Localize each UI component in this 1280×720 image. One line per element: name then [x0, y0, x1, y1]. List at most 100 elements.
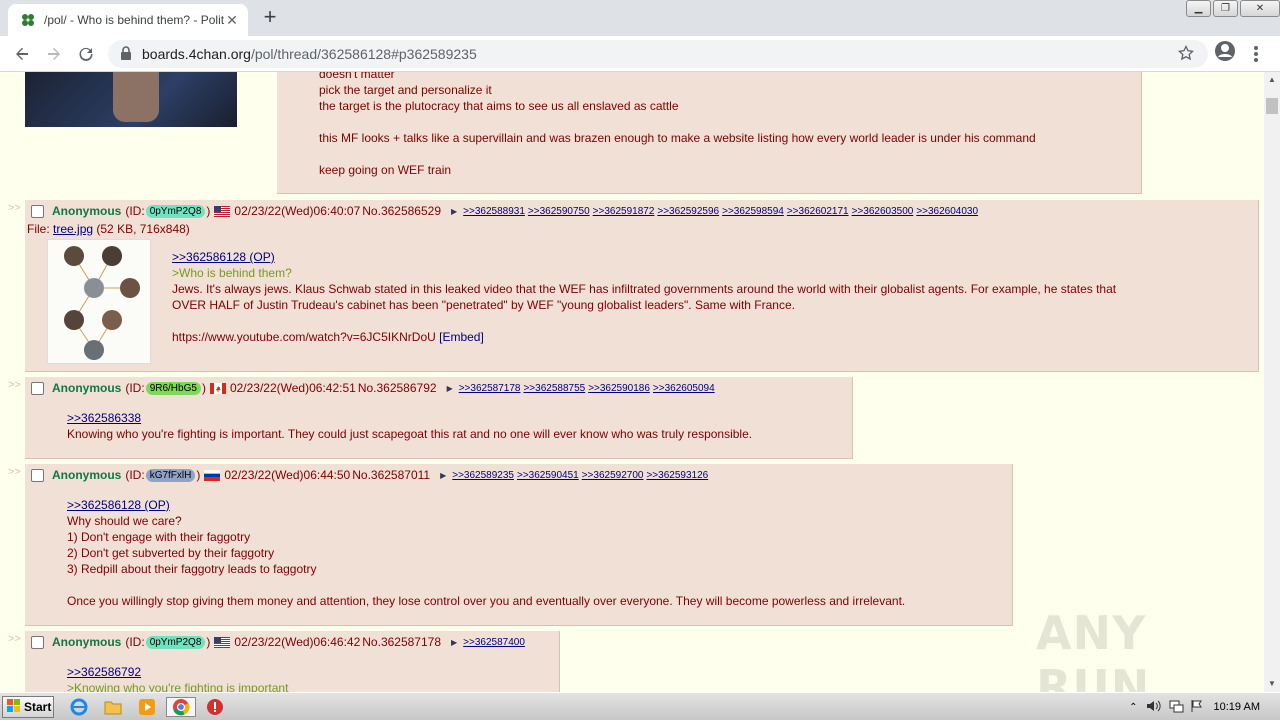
url-host: boards.4chan.org	[142, 46, 251, 62]
backlinks: >>362589235 >>362590451 >>362592700 >>36259…	[452, 470, 711, 481]
quote-link[interactable]: >>362586792	[67, 665, 141, 679]
close-window-icon[interactable]: ✕	[1240, 0, 1280, 17]
ie-icon[interactable]	[68, 697, 90, 717]
bookmark-star-icon[interactable]	[1177, 44, 1195, 64]
tab-close-icon[interactable]: ✕	[224, 12, 240, 28]
poster-id-badge[interactable]: 0pYmP2Q8	[145, 204, 206, 218]
post-menu-icon[interactable]: ▶	[447, 384, 453, 393]
tree-thumbnail[interactable]	[47, 239, 151, 364]
file-info: File: tree.jpg (52 KB, 716x848)	[27, 222, 190, 236]
post-menu-icon[interactable]: ▶	[451, 207, 457, 216]
post-datetime: 02/23/22(Wed)06:42:51	[229, 381, 356, 395]
media-player-icon[interactable]	[136, 697, 158, 717]
post-menu-icon[interactable]: ▶	[440, 471, 446, 480]
ca-flag-icon	[209, 382, 226, 394]
restore-icon[interactable]: ❐	[1213, 0, 1238, 17]
youtube-link[interactable]: https://www.youtube.com/watch?v=6JC5IKNr…	[172, 330, 436, 344]
prev-line: this MF looks + talks like a supervillai…	[319, 131, 1036, 145]
backlink[interactable]: >>362604030	[916, 206, 978, 217]
new-tab-icon[interactable]: +	[258, 6, 282, 30]
prev-line-blank	[319, 146, 1036, 162]
backlinks: >>362587400	[463, 637, 528, 648]
backlink[interactable]: >>362590451	[517, 470, 579, 481]
id-prefix: (ID:	[125, 204, 145, 218]
post-number[interactable]: No.362587178	[362, 635, 441, 649]
backlink[interactable]: >>362592700	[582, 470, 644, 481]
prev-post-thumbnail[interactable]	[25, 72, 237, 127]
backlink[interactable]: >>362590186	[588, 383, 650, 394]
account-icon[interactable]	[1214, 40, 1236, 65]
browser-tab[interactable]: /pol/ - Who is behind them? - Politica ✕	[8, 4, 248, 36]
poster-id-badge[interactable]: 9R6/HbG5	[145, 381, 201, 395]
ru-flag-icon	[204, 469, 221, 481]
post-checkbox[interactable]	[31, 381, 44, 395]
window-controls: ▁ ❐ ✕	[1184, 0, 1280, 18]
page-viewport: doesn't matter pick the target and perso…	[0, 72, 1264, 692]
start-button[interactable]: Start	[2, 696, 54, 718]
scroll-up-icon[interactable]: ▲	[1264, 72, 1280, 88]
post-checkbox[interactable]	[31, 468, 44, 482]
system-tray: ⌃ 10:19 AM	[1129, 695, 1280, 719]
poster-id-badge[interactable]: kG7fFxlH	[145, 468, 196, 482]
prev-line: the target is the plutocracy that aims t…	[319, 99, 679, 113]
post-number[interactable]: No.362586529	[362, 204, 441, 218]
message-line: Knowing who you're fighting is important…	[67, 427, 753, 441]
backlink[interactable]: >>362587400	[463, 637, 525, 648]
post-362587011: Anonymous (ID: kG7fFxlH ) 02/23/22(Wed)0…	[25, 464, 1013, 626]
backlink[interactable]: >>362590750	[528, 206, 590, 217]
backlink[interactable]: >>362605094	[653, 383, 715, 394]
poster-name: Anonymous	[52, 381, 122, 395]
backlink[interactable]: >>362588755	[523, 383, 585, 394]
quote-link[interactable]: >>362586338	[67, 411, 141, 425]
backlink[interactable]: >>362598594	[722, 206, 784, 217]
tray-expand-icon[interactable]: ⌃	[1129, 702, 1137, 713]
start-label: Start	[24, 700, 52, 714]
chrome-menu-icon[interactable]	[1248, 42, 1264, 66]
post-message: >>362586338 Knowing who you're fighting …	[67, 410, 847, 442]
poster-name: Anonymous	[52, 635, 122, 649]
stop-icon[interactable]	[204, 697, 226, 717]
embed-link[interactable]: [Embed]	[439, 330, 484, 344]
watermark-logo: ANY RUN	[1036, 606, 1151, 692]
backlinks: >>362588931 >>362590750 >>362591872 >>36259…	[463, 206, 981, 217]
post-checkbox[interactable]	[31, 204, 44, 218]
backlink[interactable]: >>362602171	[787, 206, 849, 217]
post-info: Anonymous (ID: 9R6/HbG5 ) 02/23/22(Wed)0…	[31, 381, 718, 395]
backlink[interactable]: >>362592596	[657, 206, 719, 217]
action-center-flag-icon[interactable]	[1190, 699, 1204, 716]
backlink[interactable]: >>362591872	[593, 206, 655, 217]
forward-icon[interactable]	[40, 40, 68, 68]
page-scrollbar[interactable]: ▲ ▼	[1264, 72, 1280, 692]
scroll-down-icon[interactable]: ▼	[1264, 676, 1280, 692]
post-datetime: 02/23/22(Wed)06:44:50	[224, 468, 351, 482]
post-number[interactable]: No.362587011	[352, 468, 430, 482]
folder-icon[interactable]	[102, 697, 124, 717]
backlink[interactable]: >>362593126	[646, 470, 708, 481]
volume-icon[interactable]	[1146, 699, 1162, 716]
backlink[interactable]: >>362588931	[463, 206, 525, 217]
url-path: /pol/thread/362586128#p362589235	[250, 46, 477, 62]
minimize-icon[interactable]: ▁	[1186, 0, 1211, 17]
chrome-taskbar-icon[interactable]	[166, 697, 196, 717]
post-menu-icon[interactable]: ▶	[451, 638, 457, 647]
url-text: boards.4chan.org/pol/thread/362586128#p3…	[142, 46, 477, 62]
scroll-thumb[interactable]	[1266, 98, 1278, 114]
backlink[interactable]: >>362589235	[452, 470, 514, 481]
post-checkbox[interactable]	[31, 635, 44, 649]
prev-line-blank	[319, 114, 1036, 130]
backlink[interactable]: >>362603500	[852, 206, 914, 217]
back-icon[interactable]	[8, 40, 36, 68]
prev-line: keep going on WEF train	[319, 163, 452, 177]
prev-post: doesn't matter pick the target and perso…	[277, 72, 1142, 194]
id-suffix: )	[196, 468, 201, 482]
address-bar[interactable]: boards.4chan.org/pol/thread/362586128#p3…	[108, 40, 1208, 68]
quote-link[interactable]: >>362586128 (OP)	[172, 250, 275, 264]
network-icon[interactable]	[1168, 699, 1184, 716]
backlink[interactable]: >>362587178	[459, 383, 521, 394]
file-label: File:	[27, 222, 50, 236]
quote-link[interactable]: >>362586128 (OP)	[67, 498, 170, 512]
file-link[interactable]: tree.jpg	[53, 222, 93, 236]
post-number[interactable]: No.362586792	[358, 381, 437, 395]
poster-id-badge[interactable]: 0pYmP2Q8	[145, 635, 206, 649]
reload-icon[interactable]	[72, 40, 100, 68]
